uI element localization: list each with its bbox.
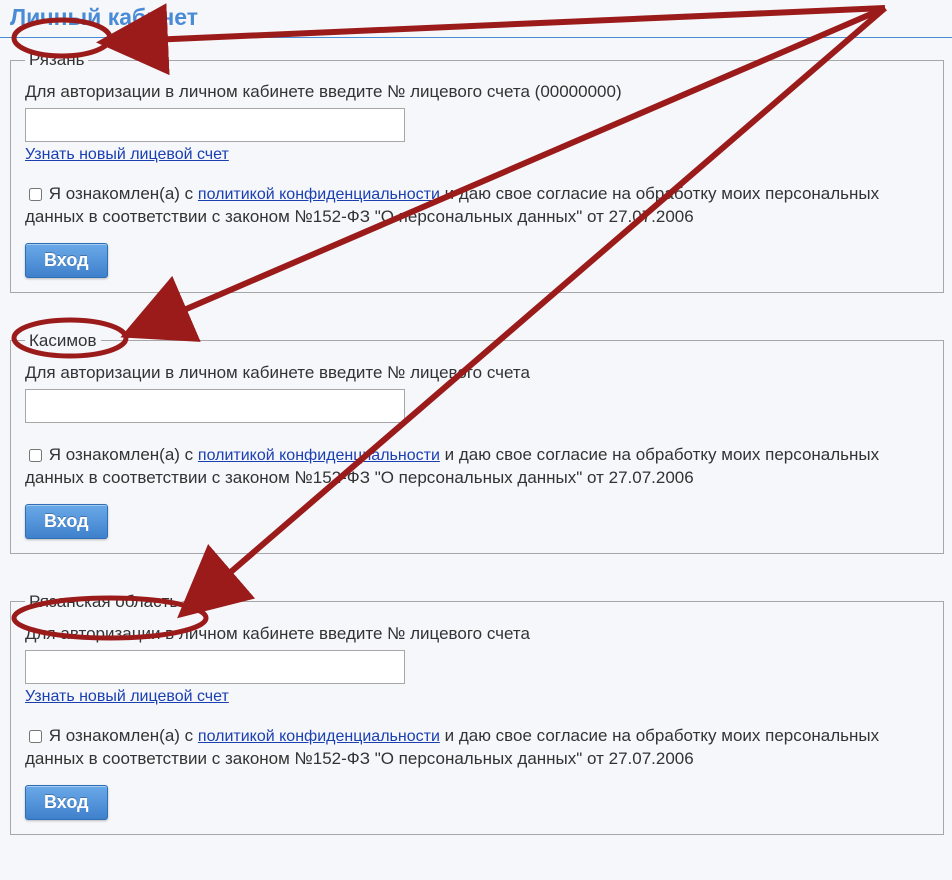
block-ryazan: Рязань Для авторизации в личном кабинете… — [10, 50, 944, 293]
page-title: Личный кабинет — [0, 0, 952, 38]
policy-link[interactable]: политикой конфиденциальности — [198, 726, 440, 748]
consent-prefix: Я ознакомлен(а) с — [49, 726, 198, 745]
account-input[interactable] — [25, 650, 405, 684]
new-account-link[interactable]: Узнать новый лицевой счет — [25, 146, 229, 164]
new-account-link[interactable]: Узнать новый лицевой счет — [25, 688, 229, 706]
policy-link[interactable]: политикой конфиденциальности — [198, 184, 440, 206]
block-ryazan-oblast: Рязанская область Для авторизации в личн… — [10, 592, 944, 835]
block-legend: Рязань — [25, 50, 88, 70]
block-legend: Рязанская область — [25, 592, 182, 612]
enter-button[interactable]: Вход — [25, 785, 108, 820]
enter-button[interactable]: Вход — [25, 504, 108, 539]
instruction-text: Для авторизации в личном кабинете введит… — [25, 363, 931, 383]
enter-button[interactable]: Вход — [25, 243, 108, 278]
instruction-text: Для авторизации в личном кабинете введит… — [25, 82, 931, 102]
consent-prefix: Я ознакомлен(а) с — [49, 445, 198, 464]
account-input[interactable] — [25, 389, 405, 423]
consent-prefix: Я ознакомлен(а) с — [49, 184, 198, 203]
instruction-text: Для авторизации в личном кабинете введит… — [25, 624, 931, 644]
consent-row: Я ознакомлен(а) с политикой конфиденциал… — [25, 182, 931, 229]
consent-checkbox[interactable] — [29, 188, 42, 201]
block-legend: Касимов — [25, 331, 101, 351]
policy-link[interactable]: политикой конфиденциальности — [198, 445, 440, 467]
page-root: Личный кабинет Рязань Для авторизации в … — [0, 0, 952, 880]
consent-row: Я ознакомлен(а) с политикой конфиденциал… — [25, 724, 931, 771]
consent-checkbox[interactable] — [29, 730, 42, 743]
consent-row: Я ознакомлен(а) с политикой конфиденциал… — [25, 443, 931, 490]
account-input[interactable] — [25, 108, 405, 142]
block-kasimov: Касимов Для авторизации в личном кабинет… — [10, 331, 944, 554]
consent-checkbox[interactable] — [29, 449, 42, 462]
